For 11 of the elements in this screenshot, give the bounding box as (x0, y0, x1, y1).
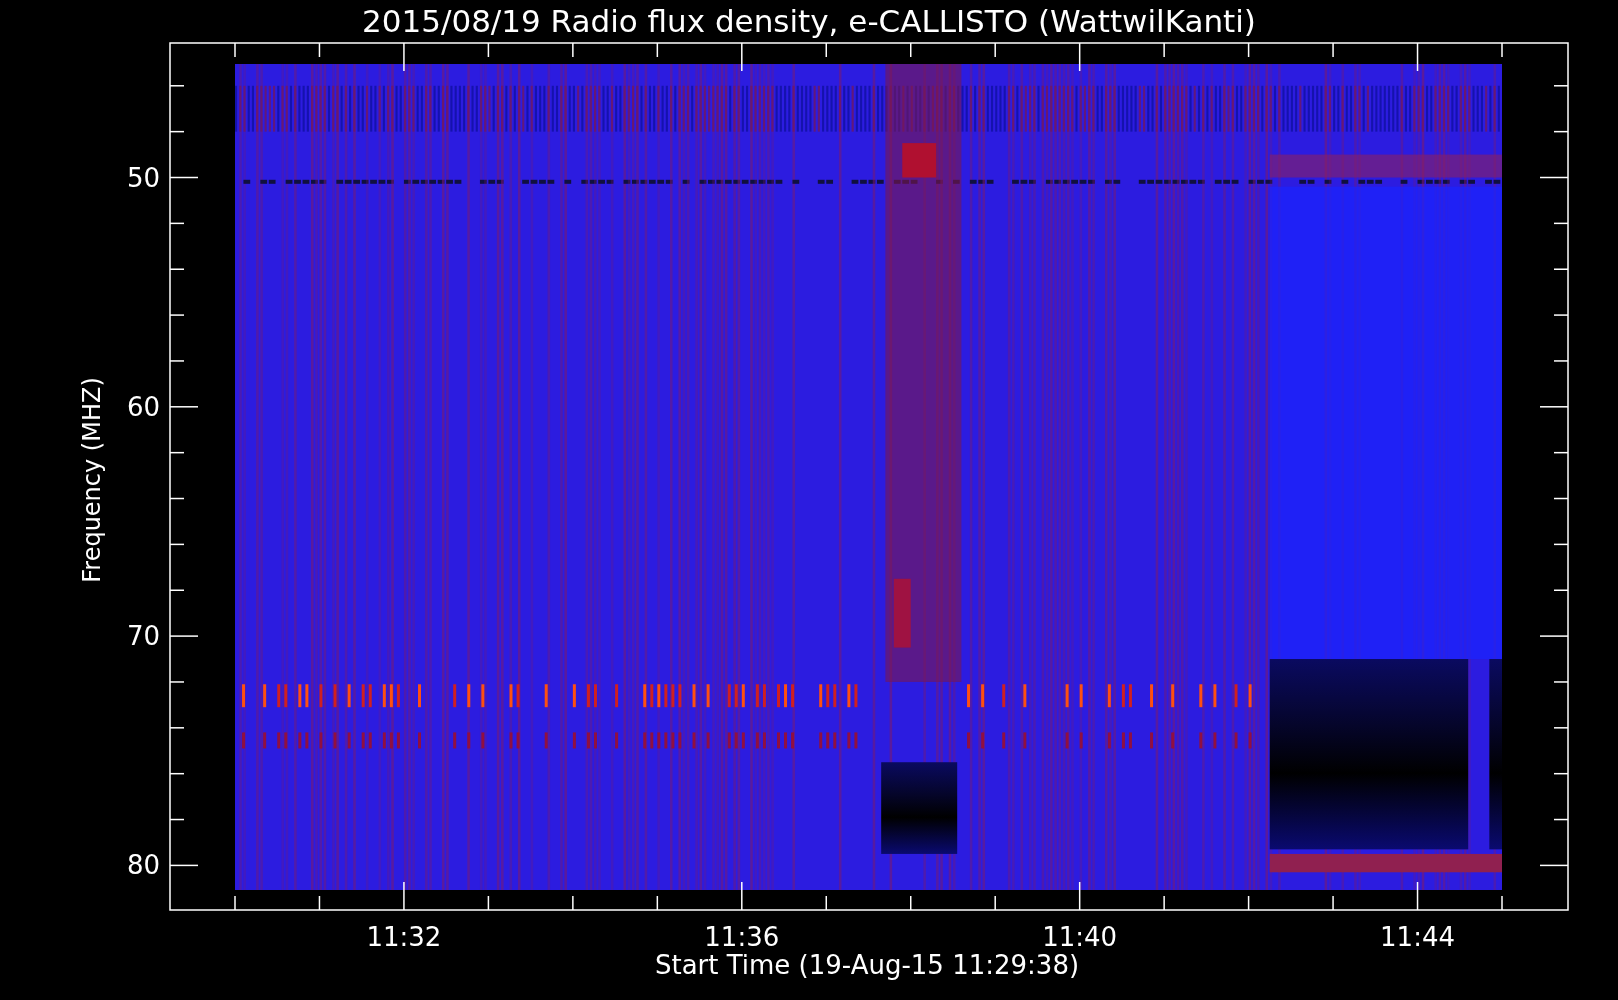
chart-title: 2015/08/19 Radio flux density, e-CALLISTO (WattwilKanti) (362, 3, 1256, 39)
tick-label: 11:40 (1042, 922, 1118, 952)
tick-label: 80 (126, 850, 160, 881)
axis-label: Start Time (19-Aug-15 11:29:38) (654, 950, 1080, 980)
tick-label: 60 (126, 391, 160, 422)
tick-label: 50 (126, 162, 160, 193)
axis-label: Frequency (MHZ) (78, 377, 106, 583)
tick-label: 11:36 (704, 922, 780, 952)
tick-label: 11:32 (366, 922, 442, 952)
tick-label: 11:44 (1380, 922, 1455, 952)
tick-label: 70 (126, 621, 160, 652)
